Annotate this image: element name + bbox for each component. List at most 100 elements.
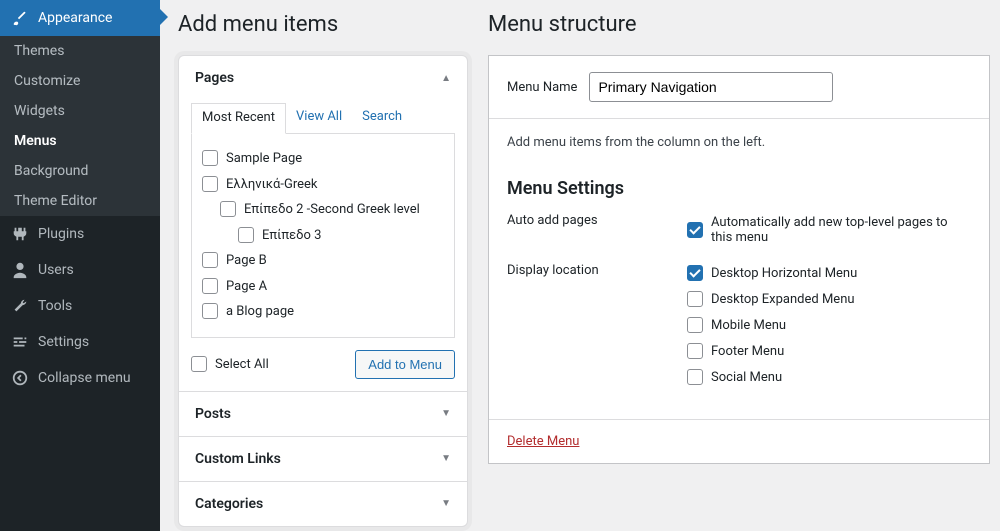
page-row[interactable]: Page B	[202, 248, 444, 274]
auto-add-label: Auto add pages	[507, 213, 687, 253]
page-label: Page A	[226, 277, 267, 297]
user-icon	[10, 260, 30, 280]
checkbox[interactable]	[202, 176, 218, 192]
option-label: Desktop Expanded Menu	[711, 292, 855, 307]
posts-accordion-header[interactable]: Posts ▼	[179, 392, 467, 436]
sidebar-item-label: Appearance	[38, 10, 112, 26]
page-label: Επίπεδο 3	[262, 226, 321, 246]
sidebar-sub-background[interactable]: Background	[0, 156, 160, 186]
tab-most-recent[interactable]: Most Recent	[191, 103, 286, 134]
sidebar-item-plugins[interactable]: Plugins	[0, 216, 160, 252]
pages-title: Pages	[195, 70, 234, 86]
wrench-icon	[10, 296, 30, 316]
checkbox[interactable]	[202, 150, 218, 166]
select-all-label: Select All	[215, 357, 269, 372]
option-label: Mobile Menu	[711, 318, 786, 333]
page-row[interactable]: Page A	[202, 274, 444, 300]
page-row[interactable]: Επίπεδο 2 -Second Greek level	[202, 197, 444, 223]
sidebar-item-settings[interactable]: Settings	[0, 324, 160, 360]
sidebar-sub-menus[interactable]: Menus	[0, 126, 160, 156]
plug-icon	[10, 224, 30, 244]
menu-name-row: Menu Name	[489, 56, 989, 119]
main-content: Add menu items Pages ▲ Most Recent View …	[160, 0, 1000, 531]
sidebar-item-appearance[interactable]: Appearance	[0, 0, 160, 36]
checkbox[interactable]	[202, 252, 218, 268]
add-items-hint: Add menu items from the column on the le…	[507, 135, 971, 150]
triangle-down-icon: ▼	[441, 408, 451, 419]
display-option[interactable]: Desktop Expanded Menu	[687, 289, 971, 315]
custom-links-accordion-header[interactable]: Custom Links ▼	[179, 437, 467, 481]
categories-accordion-header[interactable]: Categories ▼	[179, 482, 467, 526]
sidebar-item-tools[interactable]: Tools	[0, 288, 160, 324]
add-to-menu-button[interactable]: Add to Menu	[355, 350, 455, 379]
add-items-accordion: Pages ▲ Most Recent View All Search Samp…	[178, 55, 468, 527]
admin-sidebar: Appearance Themes Customize Widgets Menu…	[0, 0, 160, 531]
brush-icon	[10, 8, 30, 28]
auto-add-row: Auto add pages Automatically add new top…	[507, 213, 971, 253]
auto-add-option[interactable]: Automatically add new top-level pages to…	[687, 213, 971, 253]
display-option[interactable]: Desktop Horizontal Menu	[687, 263, 971, 289]
structure-heading: Menu structure	[488, 0, 990, 55]
posts-section: Posts ▼	[179, 391, 467, 436]
checkbox[interactable]	[191, 356, 207, 372]
checkbox[interactable]	[202, 278, 218, 294]
categories-title: Categories	[195, 496, 263, 512]
option-label: Desktop Horizontal Menu	[711, 266, 857, 281]
sidebar-sub-themes[interactable]: Themes	[0, 36, 160, 66]
triangle-down-icon: ▼	[441, 453, 451, 464]
display-option[interactable]: Mobile Menu	[687, 315, 971, 341]
page-row[interactable]: Sample Page	[202, 146, 444, 172]
pages-accordion-header[interactable]: Pages ▲	[179, 56, 467, 100]
page-row[interactable]: a Blog page	[202, 299, 444, 325]
categories-section: Categories ▼	[179, 481, 467, 526]
flyout-arrow-icon	[160, 9, 168, 25]
checkbox[interactable]	[687, 291, 703, 307]
menu-structure-column: Menu structure Menu Name Add menu items …	[488, 0, 1000, 531]
checkbox[interactable]	[687, 222, 703, 238]
collapse-icon	[10, 368, 30, 388]
pages-list: Sample Page Ελληνικά-Greek Επίπεδο 2 -Se…	[191, 134, 455, 338]
sidebar-sub-customize[interactable]: Customize	[0, 66, 160, 96]
option-label: Automatically add new top-level pages to…	[711, 215, 971, 245]
checkbox[interactable]	[220, 201, 236, 217]
add-menu-items-column: Add menu items Pages ▲ Most Recent View …	[178, 0, 468, 531]
sidebar-item-collapse[interactable]: Collapse menu	[0, 360, 160, 396]
menu-name-label: Menu Name	[507, 80, 577, 95]
sidebar-item-users[interactable]: Users	[0, 252, 160, 288]
checkbox[interactable]	[687, 317, 703, 333]
sidebar-item-label: Tools	[38, 298, 72, 314]
display-option[interactable]: Social Menu	[687, 367, 971, 393]
tab-view-all[interactable]: View All	[286, 103, 352, 134]
option-label: Footer Menu	[711, 344, 784, 359]
page-row[interactable]: Ελληνικά-Greek	[202, 172, 444, 198]
sidebar-item-label: Settings	[38, 334, 89, 350]
menu-frame: Menu Name Add menu items from the column…	[488, 55, 990, 464]
checkbox[interactable]	[687, 369, 703, 385]
display-option[interactable]: Footer Menu	[687, 341, 971, 367]
pages-section: Pages ▲ Most Recent View All Search Samp…	[179, 56, 467, 391]
menu-name-input[interactable]	[589, 72, 833, 102]
display-location-label: Display location	[507, 263, 687, 393]
sidebar-item-label: Users	[38, 262, 74, 278]
display-location-row: Display location Desktop Horizontal Menu…	[507, 263, 971, 393]
tab-search[interactable]: Search	[352, 103, 412, 134]
page-label: Επίπεδο 2 -Second Greek level	[244, 200, 420, 220]
sidebar-sub-widgets[interactable]: Widgets	[0, 96, 160, 126]
checkbox[interactable]	[687, 265, 703, 281]
menu-settings-heading: Menu Settings	[507, 178, 971, 199]
sidebar-item-label: Plugins	[38, 226, 84, 242]
select-all-row[interactable]: Select All	[191, 356, 269, 372]
checkbox[interactable]	[202, 303, 218, 319]
page-label: Sample Page	[226, 149, 302, 169]
posts-title: Posts	[195, 406, 231, 422]
sliders-icon	[10, 332, 30, 352]
page-row[interactable]: Επίπεδο 3	[202, 223, 444, 249]
triangle-down-icon: ▼	[441, 498, 451, 509]
delete-menu-link[interactable]: Delete Menu	[507, 434, 579, 449]
checkbox[interactable]	[687, 343, 703, 359]
triangle-up-icon: ▲	[441, 73, 451, 84]
custom-links-title: Custom Links	[195, 451, 281, 467]
page-label: a Blog page	[226, 302, 294, 322]
sidebar-sub-theme-editor[interactable]: Theme Editor	[0, 186, 160, 216]
checkbox[interactable]	[238, 227, 254, 243]
